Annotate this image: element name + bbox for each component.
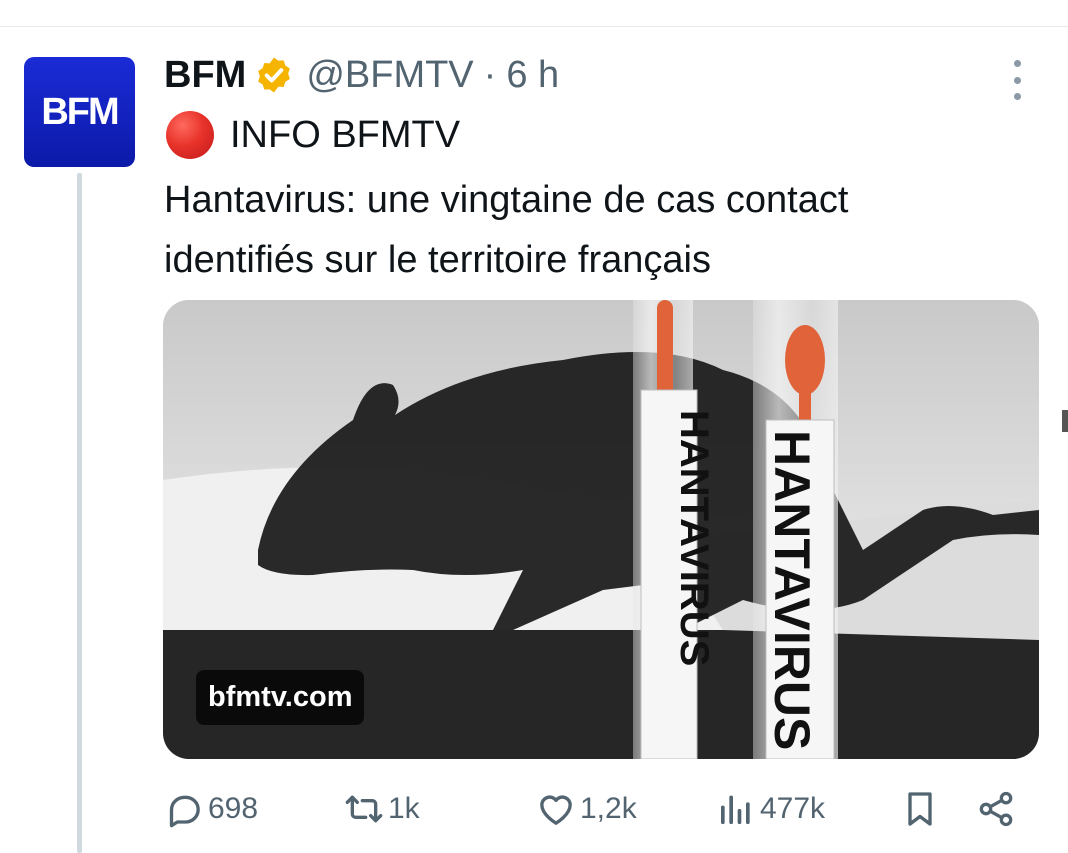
reply-count: 698 — [208, 792, 259, 825]
handle[interactable]: @BFMTV — [306, 54, 473, 97]
repost-button[interactable]: 1k — [344, 784, 420, 834]
tweet-text-line: identifiés sur le territoire français — [164, 239, 711, 281]
tweet-actions: 698 1k 1,2k 477k — [164, 784, 1044, 834]
info-label: INFO BFMTV — [230, 113, 461, 156]
source-badge[interactable]: bfmtv.com — [196, 670, 365, 725]
more-vertical-icon[interactable] — [1006, 60, 1028, 100]
tube-label-right: HANTAVIRUS — [764, 430, 820, 750]
media-card[interactable]: HANTAVIRUS HANTAVIRUS bfmtv.com — [163, 300, 1039, 759]
tweet-text-line: Hantavirus: une vingtaine de cas contact — [164, 179, 849, 221]
share-button[interactable] — [976, 784, 1016, 834]
views-icon — [716, 789, 756, 829]
views-button[interactable]: 477k — [716, 784, 825, 834]
tweet-header: BFM @BFMTV · 6 h — [164, 52, 559, 98]
tweet-text: Hantavirus: une vingtaine de cas contact… — [164, 170, 1044, 290]
more-dot — [1013, 60, 1021, 67]
share-icon — [976, 789, 1016, 829]
more-dot — [1013, 76, 1021, 84]
like-button[interactable]: 1,2k — [536, 784, 637, 834]
info-label-line: INFO BFMTV — [164, 111, 461, 159]
avatar[interactable]: BFM — [24, 57, 135, 167]
more-dot — [1013, 93, 1021, 100]
views-count: 477k — [760, 792, 826, 825]
bookmark-icon — [900, 789, 940, 829]
red-circle-icon — [166, 111, 214, 159]
avatar-logo-text: BFM — [41, 90, 119, 133]
bookmark-button[interactable] — [900, 784, 940, 834]
reply-button[interactable]: 698 — [164, 784, 258, 834]
tube-label-left: HANTAVIRUS — [672, 410, 716, 666]
repost-icon — [344, 789, 384, 829]
heart-icon — [536, 789, 576, 829]
separator-dot: · — [483, 53, 497, 96]
top-divider — [0, 26, 1068, 27]
repost-count: 1k — [388, 792, 420, 825]
like-count: 1,2k — [580, 792, 637, 825]
reply-icon — [164, 789, 204, 829]
verified-badge-icon[interactable] — [254, 55, 294, 95]
thread-line — [77, 173, 82, 853]
scroll-indicator[interactable] — [1062, 410, 1068, 432]
display-name[interactable]: BFM — [164, 54, 246, 97]
timestamp[interactable]: 6 h — [506, 54, 559, 97]
